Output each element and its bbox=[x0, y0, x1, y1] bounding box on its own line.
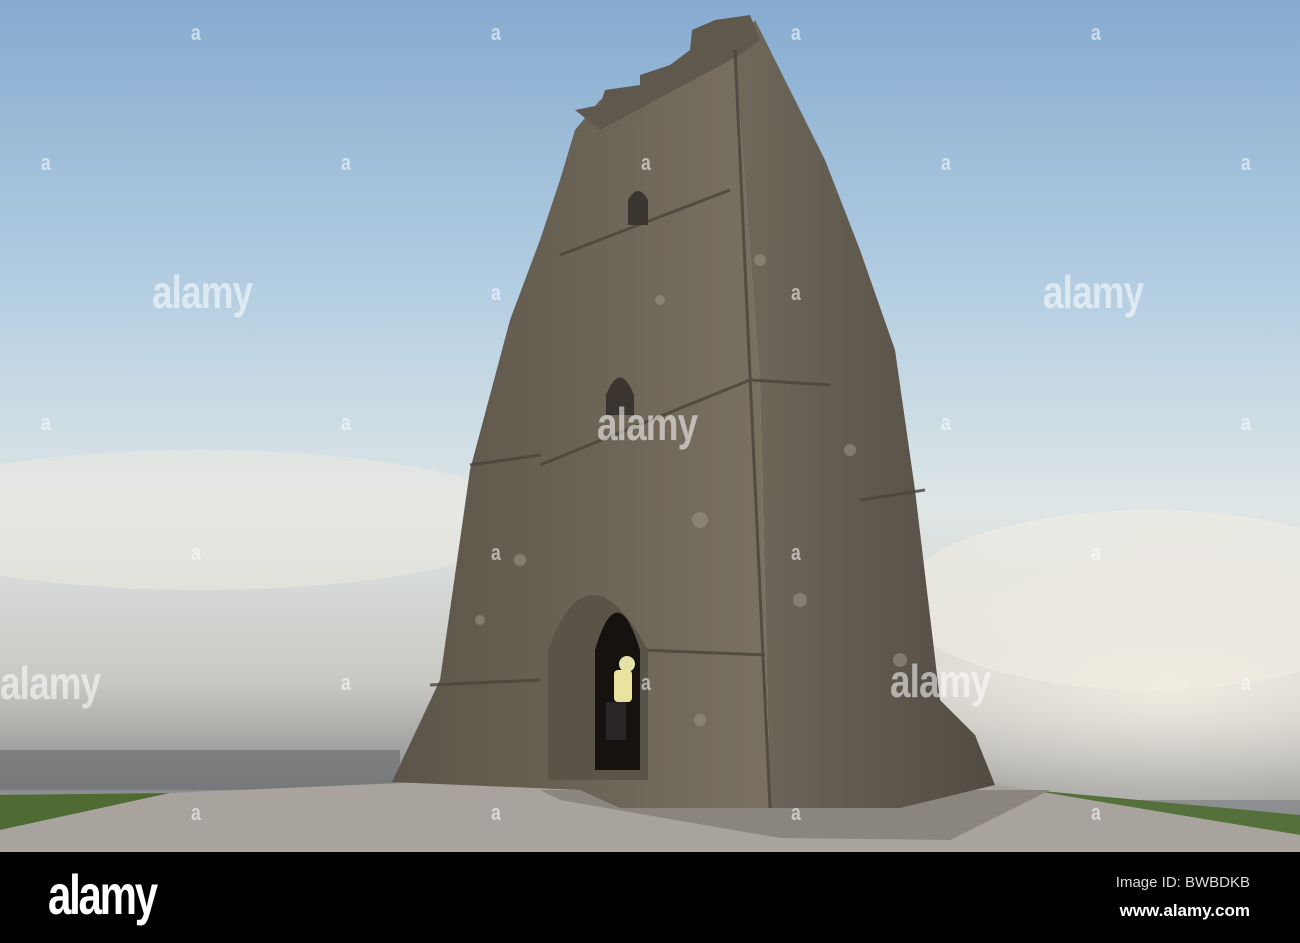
site-url: www.alamy.com bbox=[1119, 901, 1250, 920]
watermark-letter: a bbox=[191, 20, 201, 45]
watermark-letter: a bbox=[641, 150, 651, 175]
watermark-letter: a bbox=[1241, 410, 1251, 435]
watermark-letter: a bbox=[791, 800, 801, 825]
watermark-letter: a bbox=[1241, 670, 1251, 695]
watermark-letter: a bbox=[191, 540, 201, 565]
watermark-letter: a bbox=[1241, 150, 1251, 175]
watermark-word: alamy bbox=[1043, 266, 1144, 318]
watermark-letter: a bbox=[941, 150, 951, 175]
watermark-letter: a bbox=[641, 670, 651, 695]
watermark-letter: a bbox=[341, 670, 351, 695]
watermark-letter: a bbox=[491, 800, 501, 825]
watermark-letter: a bbox=[791, 540, 801, 565]
watermark-letter: a bbox=[491, 20, 501, 45]
watermark-letter: a bbox=[341, 150, 351, 175]
image-id: Image ID: BWBDKB bbox=[1115, 874, 1250, 891]
watermark-letter: a bbox=[791, 280, 801, 305]
watermark-letter: a bbox=[191, 800, 201, 825]
watermark-word: alamy bbox=[0, 657, 101, 709]
watermark-letter: a bbox=[41, 150, 51, 175]
watermark-letter: a bbox=[1091, 800, 1101, 825]
watermark-word: alamy bbox=[152, 266, 253, 318]
watermark-word: alamy bbox=[890, 655, 991, 707]
watermark-letter: a bbox=[1091, 540, 1101, 565]
watermark-letter: a bbox=[791, 20, 801, 45]
watermark-letter: a bbox=[341, 410, 351, 435]
footer-bar: alamy Image ID: BWBDKB www.alamy.com bbox=[0, 852, 1300, 943]
watermark-word: alamy bbox=[597, 398, 698, 450]
watermark-letter: a bbox=[491, 280, 501, 305]
watermark-letter: a bbox=[941, 410, 951, 435]
watermark-letter: a bbox=[1091, 20, 1101, 45]
alamy-logo: alamy bbox=[48, 863, 158, 926]
watermark-letter: a bbox=[491, 540, 501, 565]
watermark-letter: a bbox=[41, 410, 51, 435]
